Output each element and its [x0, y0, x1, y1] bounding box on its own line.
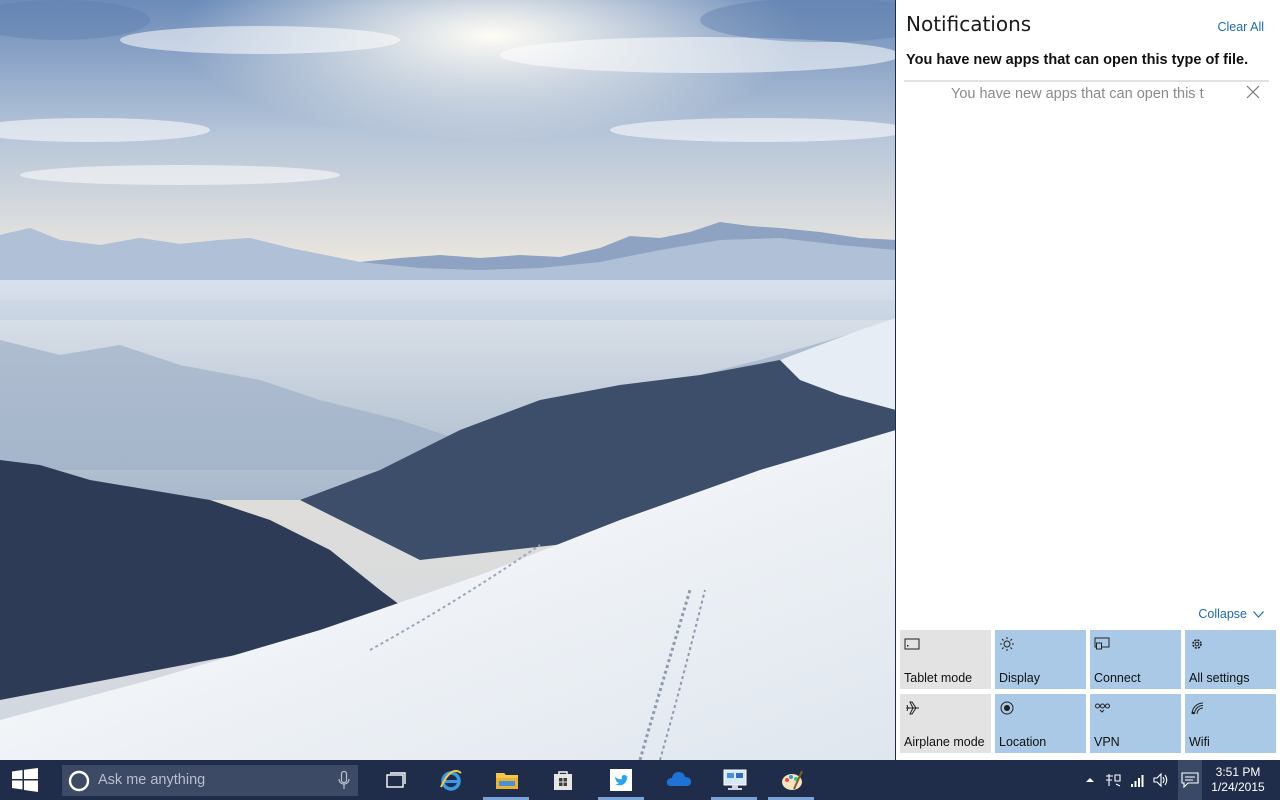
clock[interactable]: 3:51 PM 1/24/2015	[1203, 765, 1273, 795]
quick-action-label: All settings	[1189, 671, 1250, 685]
close-icon[interactable]	[1245, 84, 1261, 100]
volume-icon[interactable]	[1152, 772, 1170, 788]
notification-item[interactable]: You have new apps that can open this t	[904, 82, 1269, 108]
quick-action-all-settings[interactable]: All settings	[1185, 630, 1276, 689]
connect-icon	[1094, 637, 1110, 650]
search-box[interactable]: Ask me anything	[62, 765, 358, 796]
search-placeholder: Ask me anything	[98, 772, 206, 788]
clear-all-link[interactable]: Clear All	[1217, 20, 1264, 34]
quick-action-label: Airplane mode	[904, 735, 985, 749]
cloud-icon	[666, 772, 691, 786]
quick-action-label: Display	[999, 671, 1040, 685]
vpn-icon	[1095, 703, 1110, 713]
collapse-button[interactable]: Collapse	[1198, 607, 1264, 621]
task-view-icon	[386, 772, 406, 788]
paint-icon	[782, 770, 803, 790]
folder-icon	[496, 773, 518, 789]
taskbar-app-onedrive[interactable]	[652, 760, 702, 800]
action-center-panel: Notifications Clear All You have new app…	[895, 0, 1280, 760]
chevron-down-icon	[1253, 610, 1264, 618]
taskbar-app-internet-explorer[interactable]	[425, 760, 475, 800]
notification-group-header[interactable]: You have new apps that can open this typ…	[906, 52, 1270, 68]
taskbar-app-paint[interactable]	[766, 760, 816, 800]
quick-action-label: Connect	[1094, 671, 1141, 685]
wifi-icon	[1191, 702, 1204, 715]
action-center-button[interactable]	[1178, 760, 1202, 800]
quick-action-vpn[interactable]: VPN	[1090, 694, 1181, 753]
remote-desktop-icon	[723, 769, 747, 790]
quick-action-label: Tablet mode	[904, 671, 973, 685]
internet-explorer-icon	[440, 769, 462, 791]
store-icon	[554, 771, 572, 790]
clock-time: 3:51 PM	[1215, 765, 1261, 779]
taskbar-app-store[interactable]	[538, 760, 588, 800]
start-button[interactable]	[0, 760, 50, 800]
quick-action-display[interactable]: Display	[995, 630, 1086, 689]
quick-action-label: VPN	[1094, 735, 1120, 749]
quick-action-tablet-mode[interactable]: Tablet mode	[900, 630, 991, 689]
twitter-icon	[610, 769, 632, 791]
clock-date: 1/24/2015	[1211, 780, 1265, 794]
collapse-label: Collapse	[1198, 607, 1247, 621]
tablet-icon	[904, 638, 920, 650]
taskbar-app-twitter[interactable]	[596, 760, 646, 800]
taskbar-app-file-explorer[interactable]	[481, 760, 531, 800]
location-icon	[1000, 701, 1014, 715]
desktop-wallpaper	[0, 0, 896, 760]
taskbar-app-task-view[interactable]	[371, 760, 421, 800]
quick-action-airplane-mode[interactable]: Airplane mode	[900, 694, 991, 753]
airplane-icon	[906, 701, 919, 715]
chevron-up-icon[interactable]	[1081, 772, 1099, 788]
network-bars-icon[interactable]	[1129, 772, 1147, 788]
quick-action-connect[interactable]: Connect	[1090, 630, 1181, 689]
taskbar-app-remote-desktop[interactable]	[709, 760, 759, 800]
input-method-icon[interactable]	[1104, 772, 1122, 788]
notification-text: You have new apps that can open this t	[951, 86, 1204, 102]
taskbar: Ask me anything 3:51 PM 1/24/2015	[0, 760, 1280, 800]
quick-action-location[interactable]: Location	[995, 694, 1086, 753]
brightness-icon	[1000, 637, 1014, 651]
quick-action-label: Location	[999, 735, 1047, 749]
windows-logo-icon	[12, 768, 38, 792]
cortana-icon	[68, 770, 90, 792]
microphone-icon[interactable]	[338, 771, 350, 790]
gear-icon	[1192, 639, 1202, 649]
quick-action-wifi[interactable]: Wifi	[1185, 694, 1276, 753]
quick-actions-grid: Tablet mode Display Connect All settings…	[900, 630, 1278, 754]
action-center-title: Notifications	[906, 12, 1032, 36]
action-center-icon	[1181, 772, 1199, 788]
quick-action-label: Wifi	[1189, 735, 1210, 749]
